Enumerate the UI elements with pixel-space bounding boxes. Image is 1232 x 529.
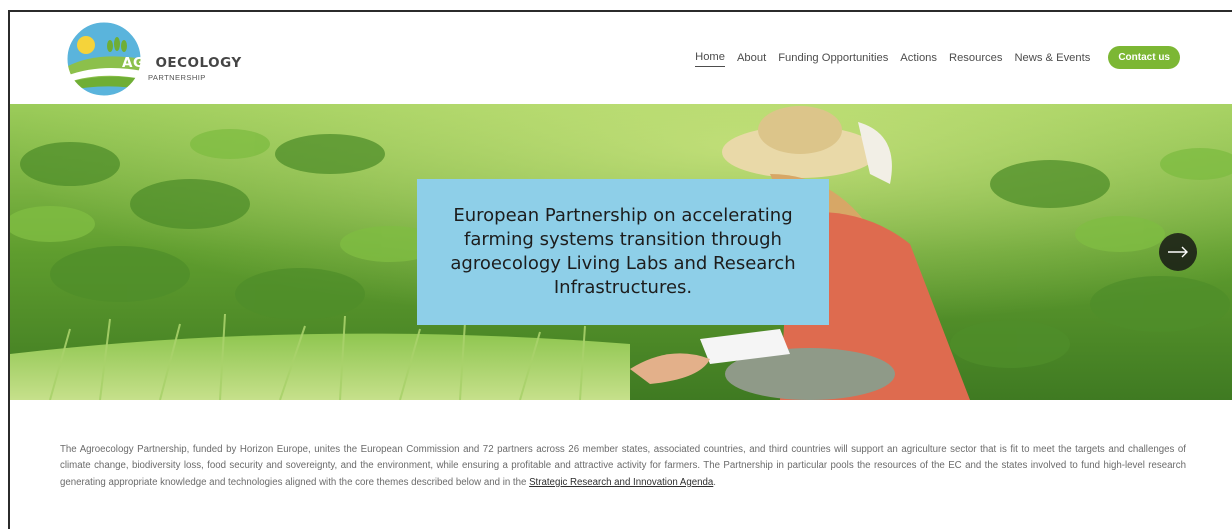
- nav-resources[interactable]: Resources: [949, 49, 1002, 67]
- site-logo[interactable]: AGROECOLOGY PARTNERSHIP: [66, 21, 241, 99]
- logo-subtitle: PARTNERSHIP: [148, 73, 206, 82]
- logo-word-part1: AGR: [122, 55, 156, 71]
- page-frame: AGROECOLOGY PARTNERSHIP Home About Fundi…: [8, 10, 1232, 529]
- contact-us-button[interactable]: Contact us: [1108, 46, 1180, 69]
- intro-paragraph: The Agroecology Partnership, funded by H…: [60, 442, 1186, 491]
- hero-caption-box: European Partnership on accelerating far…: [417, 179, 829, 325]
- arrow-right-icon: [1168, 246, 1188, 258]
- site-header: AGROECOLOGY PARTNERSHIP Home About Fundi…: [10, 12, 1232, 104]
- nav-home[interactable]: Home: [695, 48, 725, 67]
- logo-wordmark: AGROECOLOGY: [122, 55, 242, 71]
- nav-about[interactable]: About: [737, 49, 766, 67]
- nav-news-events[interactable]: News & Events: [1014, 49, 1090, 67]
- strategic-agenda-link[interactable]: Strategic Research and Innovation Agenda: [529, 477, 713, 488]
- nav-funding-opportunities[interactable]: Funding Opportunities: [778, 49, 888, 67]
- hero-title: European Partnership on accelerating far…: [450, 205, 796, 298]
- intro-end: .: [713, 476, 716, 488]
- logo-word-part2: OECOLOGY: [155, 55, 242, 71]
- main-nav: Home About Funding Opportunities Actions…: [683, 46, 1180, 69]
- hero-slider: European Partnership on accelerating far…: [10, 104, 1232, 400]
- nav-actions[interactable]: Actions: [900, 49, 937, 67]
- slider-next-button[interactable]: [1159, 233, 1197, 271]
